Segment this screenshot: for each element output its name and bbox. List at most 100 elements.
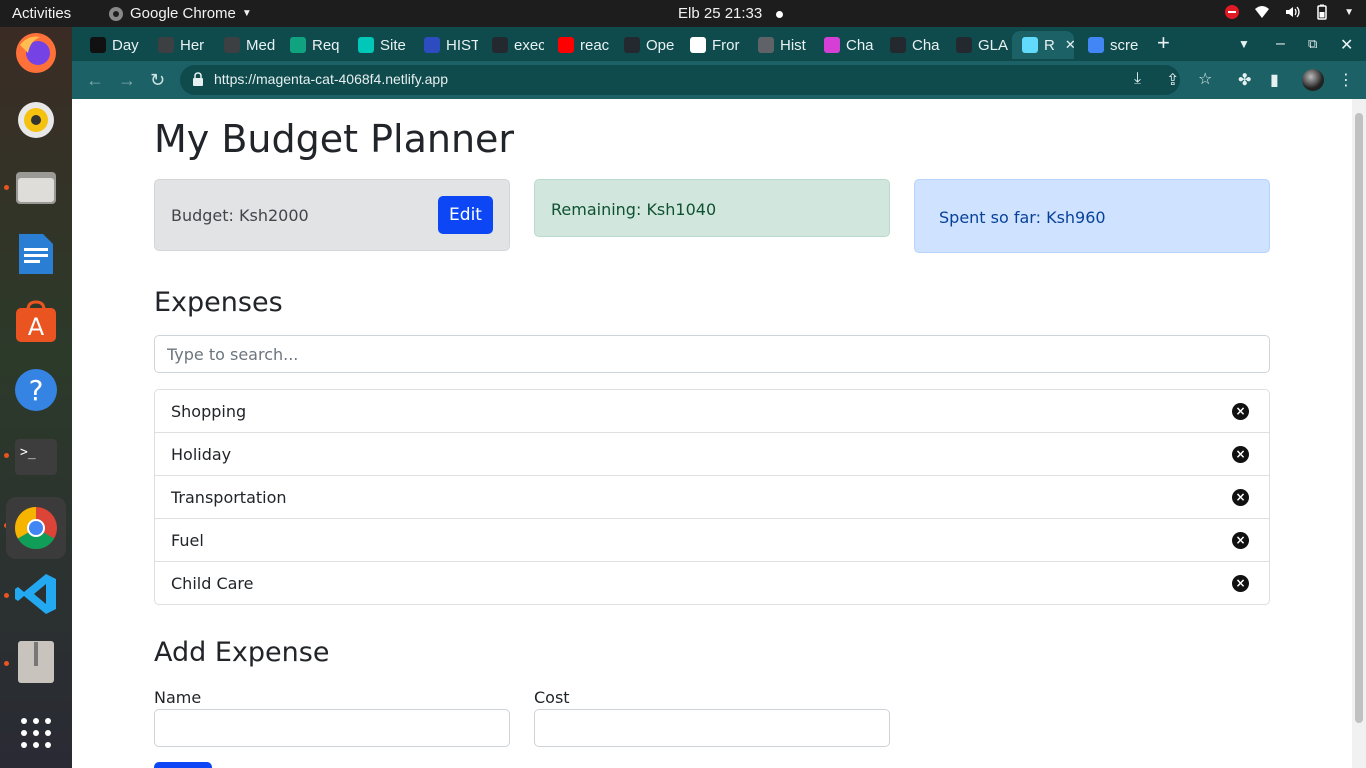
page-title: My Budget Planner xyxy=(154,117,515,161)
delete-expense-icon[interactable]: × xyxy=(1232,532,1249,549)
svg-text:A: A xyxy=(28,313,45,341)
expense-name: Child Care xyxy=(171,574,254,593)
share-icon[interactable]: ⇪ xyxy=(1166,70,1179,90)
bookmark-star-icon[interactable]: ☆ xyxy=(1198,69,1212,89)
archive-manager-icon[interactable] xyxy=(12,638,60,686)
files-icon[interactable] xyxy=(12,163,60,211)
tab-label: GLA xyxy=(978,36,1008,54)
spent-text: Spent so far: Ksh960 xyxy=(939,208,1106,227)
save-button[interactable] xyxy=(154,762,212,768)
side-panel-icon[interactable]: ▮ xyxy=(1270,70,1279,90)
running-indicator xyxy=(4,185,9,190)
chevron-down-icon: ▼ xyxy=(241,8,252,19)
tab-favicon-icon xyxy=(158,37,174,53)
tab-favicon-icon xyxy=(890,37,906,53)
chrome-app-icon xyxy=(109,6,123,21)
extensions-icon[interactable]: ✤ xyxy=(1238,70,1251,90)
terminal-icon[interactable]: >_ xyxy=(12,433,60,481)
expense-name: Transportation xyxy=(171,488,287,507)
delete-expense-icon[interactable]: × xyxy=(1232,403,1249,420)
expense-row: Holiday × xyxy=(155,432,1269,475)
reload-button[interactable]: ↻ xyxy=(150,70,165,91)
rhythmbox-icon[interactable] xyxy=(12,96,60,144)
browser-tab[interactable]: Hist xyxy=(748,31,810,59)
install-app-icon[interactable]: ⤓ xyxy=(1134,70,1141,88)
tab-label: Hist xyxy=(780,36,806,54)
tab-label: HIST xyxy=(446,36,478,54)
browser-tab[interactable]: GLA xyxy=(946,31,1008,59)
activities-button[interactable]: Activities xyxy=(12,5,71,22)
app-grid-icon[interactable] xyxy=(12,709,60,757)
software-center-icon[interactable]: A xyxy=(12,298,60,346)
browser-tab[interactable]: Cha xyxy=(880,31,942,59)
expense-row: Shopping × xyxy=(155,390,1269,432)
browser-tab[interactable]: Cha xyxy=(814,31,876,59)
cost-input[interactable] xyxy=(534,709,890,747)
browser-toolbar: ← → ↻ https://magenta-cat-4068f4.netlify… xyxy=(72,61,1366,99)
delete-expense-icon[interactable]: × xyxy=(1232,489,1249,506)
tab-favicon-icon xyxy=(758,37,774,53)
browser-tab[interactable]: HIST xyxy=(414,31,478,59)
minimize-button[interactable]: – xyxy=(1276,35,1285,53)
tab-label: Day xyxy=(112,36,139,54)
expense-list: Shopping × Holiday × Transportation × Fuel × Chi… xyxy=(154,389,1270,605)
address-bar[interactable]: https://magenta-cat-4068f4.netlify.app ⤓… xyxy=(180,65,1212,95)
tab-label: Cha xyxy=(912,36,940,54)
system-top-bar: Activities Google Chrome ▼ Elb 25 21:33 … xyxy=(0,0,1366,27)
chrome-icon[interactable] xyxy=(6,497,66,559)
expense-name: Holiday xyxy=(171,445,232,464)
browser-tab[interactable]: R ✕ xyxy=(1012,31,1074,59)
libreoffice-writer-icon[interactable] xyxy=(12,230,60,278)
maximize-button[interactable]: ⧉ xyxy=(1308,36,1317,52)
close-window-button[interactable]: ✕ xyxy=(1340,35,1353,55)
tab-favicon-icon xyxy=(1088,37,1104,53)
running-indicator xyxy=(4,593,9,598)
browser-tab[interactable]: Day xyxy=(80,31,144,59)
tab-favicon-icon xyxy=(90,37,106,53)
vscode-icon[interactable] xyxy=(12,570,60,618)
browser-tab[interactable]: reac xyxy=(548,31,610,59)
name-input[interactable] xyxy=(154,709,510,747)
add-expense-heading: Add Expense xyxy=(154,637,330,668)
tab-favicon-icon xyxy=(224,37,240,53)
tab-favicon-icon xyxy=(492,37,508,53)
forward-button[interactable]: → xyxy=(118,70,136,91)
expense-name: Fuel xyxy=(171,531,204,550)
tab-favicon-icon xyxy=(558,37,574,53)
browser-tab[interactable]: exec xyxy=(482,31,544,59)
browser-tab[interactable]: Her xyxy=(148,31,210,59)
browser-tab[interactable]: Fror xyxy=(680,31,744,59)
browser-tab[interactable]: Med xyxy=(214,31,276,59)
tab-favicon-icon xyxy=(956,37,972,53)
cost-label: Cost xyxy=(534,688,570,707)
expense-search-input[interactable] xyxy=(154,335,1270,373)
help-icon[interactable]: ? xyxy=(12,366,60,414)
back-button[interactable]: ← xyxy=(86,70,104,91)
do-not-disturb-icon xyxy=(1225,5,1240,19)
app-menu[interactable]: Google Chrome ▼ xyxy=(108,5,252,22)
new-tab-button[interactable]: + xyxy=(1157,30,1170,56)
more-menu-icon[interactable]: ⋮ xyxy=(1338,70,1354,90)
edit-budget-button[interactable]: Edit xyxy=(438,196,493,234)
tab-favicon-icon xyxy=(624,37,640,53)
browser-tab[interactable]: Ope xyxy=(614,31,676,59)
firefox-icon[interactable] xyxy=(12,29,60,77)
scrollbar-thumb[interactable] xyxy=(1355,113,1363,723)
close-tab-icon[interactable]: ✕ xyxy=(1065,37,1074,53)
system-tray[interactable]: ▼ xyxy=(1224,4,1354,20)
expense-name: Shopping xyxy=(171,402,247,421)
browser-tab[interactable]: Req xyxy=(280,31,344,59)
browser-tab[interactable]: scre xyxy=(1078,31,1140,59)
chevron-down-icon: ▼ xyxy=(1344,6,1354,18)
profile-avatar[interactable] xyxy=(1302,69,1324,91)
budget-text: Budget: Ksh2000 xyxy=(171,206,309,225)
page-scrollbar[interactable] xyxy=(1352,99,1366,768)
tab-favicon-icon xyxy=(358,37,374,53)
delete-expense-icon[interactable]: × xyxy=(1232,575,1249,592)
app-menu-label: Google Chrome xyxy=(130,5,236,22)
clock[interactable]: Elb 25 21:33 xyxy=(678,5,784,22)
running-indicator xyxy=(4,661,9,666)
tab-search-button[interactable]: ▼ xyxy=(1238,37,1250,51)
delete-expense-icon[interactable]: × xyxy=(1232,446,1249,463)
browser-tab[interactable]: Site xyxy=(348,31,410,59)
